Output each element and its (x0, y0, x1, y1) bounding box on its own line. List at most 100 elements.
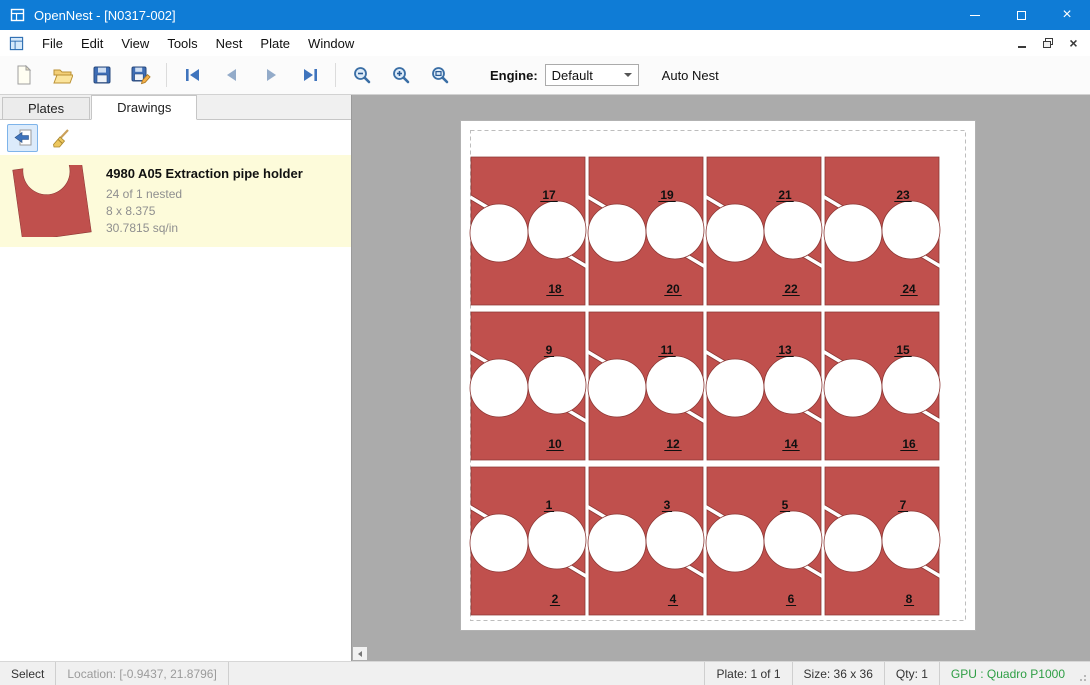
part-hole (824, 204, 882, 262)
status-spacer (229, 662, 705, 685)
part-number: 16 (902, 437, 916, 451)
part-hole (882, 511, 940, 569)
document-icon (9, 36, 24, 51)
menubar: File Edit View Tools Nest Plate Window × (0, 30, 1090, 56)
clean-drawings-button[interactable] (45, 124, 76, 152)
part-hole (646, 511, 704, 569)
part-number: 18 (548, 282, 562, 296)
zoom-fit-button[interactable] (423, 60, 456, 91)
part-pair: 1516 (824, 312, 940, 460)
resize-grip-icon (1079, 674, 1087, 682)
previous-plate-button[interactable] (215, 60, 248, 91)
engine-value: Default (552, 68, 593, 83)
new-file-icon (14, 65, 34, 85)
mdi-minimize-button[interactable] (1010, 33, 1033, 53)
new-button[interactable] (7, 60, 40, 91)
part-number: 11 (661, 343, 674, 357)
mdi-close-button[interactable]: × (1062, 33, 1085, 53)
part-pair: 2122 (706, 157, 822, 305)
window-title: OpenNest - [N0317-002] (34, 8, 176, 23)
part-hole (646, 201, 704, 259)
menu-plate[interactable]: Plate (251, 31, 299, 56)
status-qty: Qty: 1 (884, 662, 939, 685)
part-pair: 56 (706, 467, 822, 615)
part-hole (824, 514, 882, 572)
last-plate-button[interactable] (293, 60, 326, 91)
part-hole (706, 204, 764, 262)
menu-view[interactable]: View (112, 31, 158, 56)
resize-grip[interactable] (1076, 662, 1090, 685)
part-number: 20 (666, 282, 680, 296)
close-icon: × (1062, 7, 1071, 23)
scroll-left-button[interactable] (353, 647, 367, 660)
auto-nest-button[interactable]: Auto Nest (654, 62, 727, 89)
part-hole (764, 201, 822, 259)
minimize-icon (970, 15, 980, 16)
part-pair: 34 (588, 467, 704, 615)
menu-edit[interactable]: Edit (72, 31, 112, 56)
sidebar: Plates Drawings 4980 A05 Extraction pipe… (0, 95, 352, 661)
part-hole (470, 204, 528, 262)
drawing-size: 8 x 8.375 (106, 203, 303, 220)
status-mode: Select (0, 662, 56, 685)
drawing-title: 4980 A05 Extraction pipe holder (106, 166, 303, 181)
menu-file[interactable]: File (33, 31, 72, 56)
part-number: 21 (778, 188, 792, 202)
mdi-restore-button[interactable] (1036, 33, 1059, 53)
minimize-button[interactable] (952, 0, 998, 30)
drawing-area: 30.7815 sq/in (106, 220, 303, 237)
drawing-list-item[interactable]: 4980 A05 Extraction pipe holder 24 of 1 … (0, 155, 351, 247)
menu-nest[interactable]: Nest (207, 31, 252, 56)
titlebar: OpenNest - [N0317-002] × (0, 0, 1090, 30)
status-gpu: GPU : Quadro P1000 (939, 662, 1076, 685)
nest-canvas: 171819202122232491011121314151612345678 (352, 95, 1090, 661)
status-location: Location: [-0.9437, 21.8796] (56, 662, 228, 685)
tab-drawings[interactable]: Drawings (91, 95, 197, 120)
first-plate-button[interactable] (176, 60, 209, 91)
engine-select[interactable]: Default (545, 64, 639, 86)
part-hole (588, 514, 646, 572)
next-plate-button[interactable] (254, 60, 287, 91)
part-hole (764, 356, 822, 414)
go-next-icon (261, 65, 281, 85)
zoom-in-button[interactable] (384, 60, 417, 91)
import-arrow-icon (13, 128, 33, 148)
part-number: 13 (778, 343, 792, 357)
toolbar-separator (166, 63, 167, 87)
window-controls: × (952, 0, 1090, 30)
broom-icon (51, 128, 71, 148)
menu-tools[interactable]: Tools (158, 31, 206, 56)
part-hole (528, 201, 586, 259)
part-hole (882, 356, 940, 414)
part-number: 7 (900, 498, 907, 512)
part-number: 19 (660, 188, 674, 202)
menu-window[interactable]: Window (299, 31, 363, 56)
zoom-fit-icon (430, 65, 450, 85)
save-button[interactable] (85, 60, 118, 91)
part-number: 9 (546, 343, 553, 357)
scroll-left-icon (358, 651, 362, 657)
open-button[interactable] (46, 60, 79, 91)
part-shape-icon (10, 165, 94, 237)
part-pair: 1920 (588, 157, 704, 305)
go-last-icon (300, 65, 320, 85)
maximize-button[interactable] (998, 0, 1044, 30)
import-drawing-button[interactable] (7, 124, 38, 152)
part-hole (706, 514, 764, 572)
part-pair: 1314 (706, 312, 822, 460)
part-hole (470, 514, 528, 572)
tab-plates-label: Plates (28, 101, 64, 116)
close-button[interactable]: × (1044, 0, 1090, 30)
part-number: 15 (896, 343, 910, 357)
save-as-button[interactable] (124, 60, 157, 91)
tab-drawings-label: Drawings (117, 100, 171, 115)
sidebar-tabstrip: Plates Drawings (0, 95, 351, 120)
part-hole (470, 359, 528, 417)
part-hole (528, 356, 586, 414)
go-previous-icon (222, 65, 242, 85)
zoom-out-button[interactable] (345, 60, 378, 91)
part-hole (706, 359, 764, 417)
status-plate: Plate: 1 of 1 (704, 662, 791, 685)
tab-plates[interactable]: Plates (2, 97, 90, 119)
part-number: 17 (542, 188, 556, 202)
